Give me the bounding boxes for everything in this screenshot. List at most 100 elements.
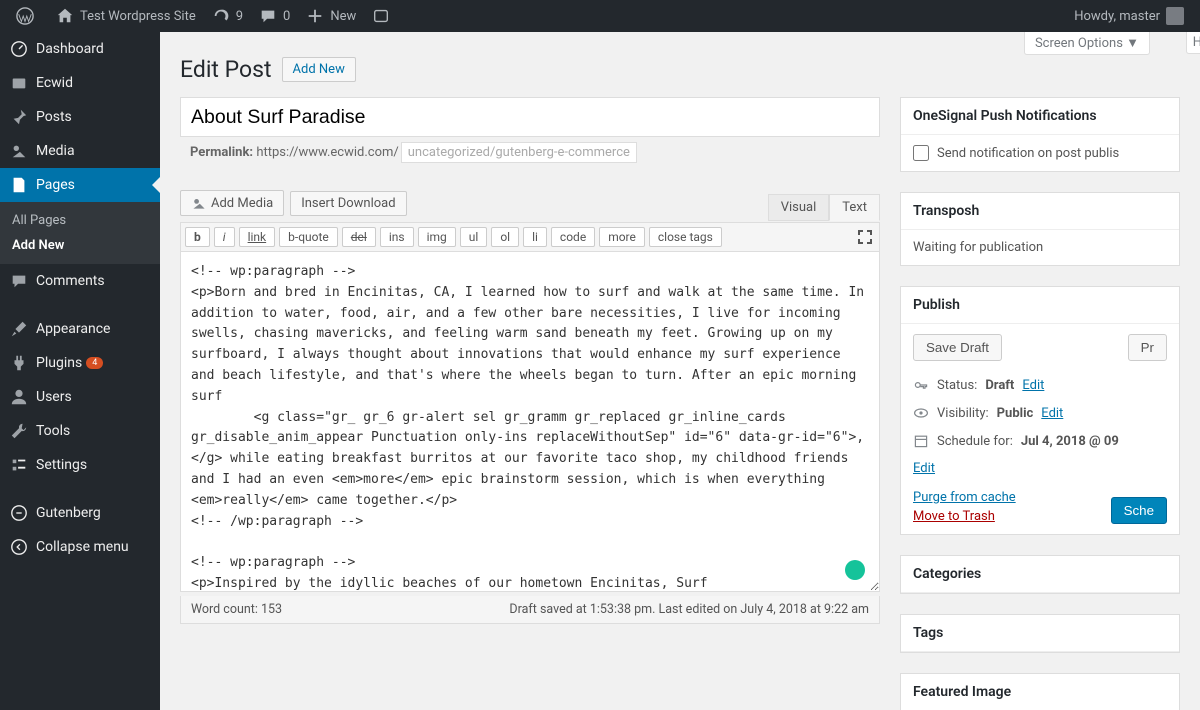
grammarly-icon[interactable] [845, 560, 865, 580]
collapse-icon [10, 538, 28, 556]
qt-i[interactable]: i [214, 227, 235, 247]
qt-ol[interactable]: ol [491, 227, 519, 247]
page-title: Edit Post [180, 56, 272, 83]
onesignal-checkbox[interactable] [913, 145, 929, 161]
media-icon [10, 142, 28, 160]
permalink-slug[interactable]: uncategorized/gutenberg-e-commerce [401, 142, 637, 163]
qt-more[interactable]: more [599, 227, 645, 247]
onesignal-checkbox-label[interactable]: Send notification on post publis [913, 145, 1167, 161]
panel-publish: Publish Save Draft Pr Status: Draft Edit… [900, 286, 1180, 535]
updates[interactable]: 9 [204, 0, 251, 32]
panel-tags[interactable]: Tags [900, 614, 1180, 653]
qt-bquote[interactable]: b-quote [279, 227, 338, 247]
content-textarea[interactable] [180, 252, 880, 592]
insert-download-button[interactable]: Insert Download [290, 191, 406, 216]
menu-posts[interactable]: Posts [0, 100, 160, 134]
post-title-input[interactable] [180, 97, 880, 137]
refresh-icon [212, 7, 230, 25]
gutenberg-icon [10, 504, 28, 522]
comments-count[interactable]: 0 [251, 0, 298, 32]
edit-schedule-link[interactable]: Edit [913, 461, 935, 476]
transposh-status: Waiting for publication [901, 230, 1179, 265]
store-icon [10, 74, 28, 92]
qt-ins[interactable]: ins [380, 227, 414, 247]
tab-visual[interactable]: Visual [768, 194, 830, 221]
menu-pages[interactable]: Pages [0, 168, 160, 202]
quicktags-toolbar: b i link b-quote del ins img ul ol li co… [180, 222, 880, 252]
plugin-badge: 4 [86, 357, 103, 369]
panel-title: Featured Image [901, 674, 1179, 710]
last-saved: Draft saved at 1:53:38 pm. Last edited o… [509, 602, 869, 617]
permalink-row: Permalink: https://www.ecwid.com/uncateg… [180, 137, 880, 170]
camera-icon [191, 195, 207, 211]
menu-dashboard[interactable]: Dashboard [0, 32, 160, 66]
panel-categories[interactable]: Categories [900, 555, 1180, 594]
qt-b[interactable]: b [185, 227, 210, 247]
menu-settings[interactable]: Settings [0, 448, 160, 482]
add-media-button[interactable]: Add Media [180, 190, 284, 216]
user-icon [10, 388, 28, 406]
schedule-button[interactable]: Sche [1111, 497, 1167, 524]
qt-img[interactable]: img [418, 227, 456, 247]
panel-transposh: Transposh Waiting for publication [900, 192, 1180, 266]
comment-icon [259, 7, 277, 25]
page-icon [10, 176, 28, 194]
wp-logo[interactable] [8, 0, 48, 32]
add-new-button[interactable]: Add New [282, 57, 356, 82]
preview-button[interactable]: Pr [1128, 334, 1167, 361]
menu-users[interactable]: Users [0, 380, 160, 414]
dashboard-icon [10, 40, 28, 58]
editor-status-bar: Word count: 153 Draft saved at 1:53:38 p… [180, 596, 880, 624]
site-name[interactable]: Test Wordpress Site [48, 0, 204, 32]
save-draft-button[interactable]: Save Draft [913, 334, 1002, 361]
purge-cache-link[interactable]: Purge from cache [913, 490, 1016, 505]
submenu-add-new[interactable]: Add New [0, 233, 160, 258]
qt-code[interactable]: code [551, 227, 595, 247]
menu-media[interactable]: Media [0, 134, 160, 168]
key-icon [913, 377, 929, 393]
wrench-icon [10, 422, 28, 440]
eye-icon [913, 405, 929, 421]
submenu-all-pages[interactable]: All Pages [0, 208, 160, 233]
my-account[interactable]: Howdy, master [1066, 0, 1192, 32]
edit-visibility-link[interactable]: Edit [1041, 406, 1063, 421]
tab-text[interactable]: Text [829, 194, 880, 221]
new-content[interactable]: New [298, 0, 364, 32]
menu-tools[interactable]: Tools [0, 414, 160, 448]
qt-closetags[interactable]: close tags [649, 227, 722, 247]
plugin-icon [10, 354, 28, 372]
home-icon [56, 7, 74, 25]
submenu-pages: All Pages Add New [0, 202, 160, 264]
qt-ul[interactable]: ul [460, 227, 488, 247]
screen-options-toggle[interactable]: Screen Options ▼ [1024, 32, 1150, 55]
qt-link[interactable]: link [239, 227, 276, 247]
panel-title: OneSignal Push Notifications [901, 98, 1179, 135]
menu-plugins[interactable]: Plugins4 [0, 346, 160, 380]
collapse-menu[interactable]: Collapse menu [0, 530, 160, 564]
qt-li[interactable]: li [523, 227, 547, 247]
menu-comments[interactable]: Comments [0, 264, 160, 298]
avatar [1166, 7, 1184, 25]
panel-title: Tags [901, 615, 1179, 652]
menu-appearance[interactable]: Appearance [0, 312, 160, 346]
move-to-trash-link[interactable]: Move to Trash [913, 509, 995, 524]
calendar-icon [913, 433, 929, 449]
edit-status-link[interactable]: Edit [1022, 378, 1044, 393]
menu-gutenberg[interactable]: Gutenberg [0, 496, 160, 530]
store-icon[interactable] [364, 0, 404, 32]
plus-icon [306, 7, 324, 25]
permalink-base: https://www.ecwid.com/ [256, 145, 398, 160]
fullscreen-icon[interactable] [855, 227, 875, 247]
pin-icon [10, 108, 28, 126]
brush-icon [10, 320, 28, 338]
panel-title: Categories [901, 556, 1179, 593]
settings-icon [10, 456, 28, 474]
qt-del[interactable]: del [342, 227, 376, 247]
word-count: Word count: 153 [191, 602, 282, 617]
panel-onesignal: OneSignal Push Notifications Send notifi… [900, 97, 1180, 172]
comment-icon [10, 272, 28, 290]
menu-ecwid[interactable]: Ecwid [0, 66, 160, 100]
help-toggle[interactable]: H [1186, 32, 1200, 54]
panel-title: Transposh [901, 193, 1179, 230]
cart-icon [372, 7, 390, 25]
